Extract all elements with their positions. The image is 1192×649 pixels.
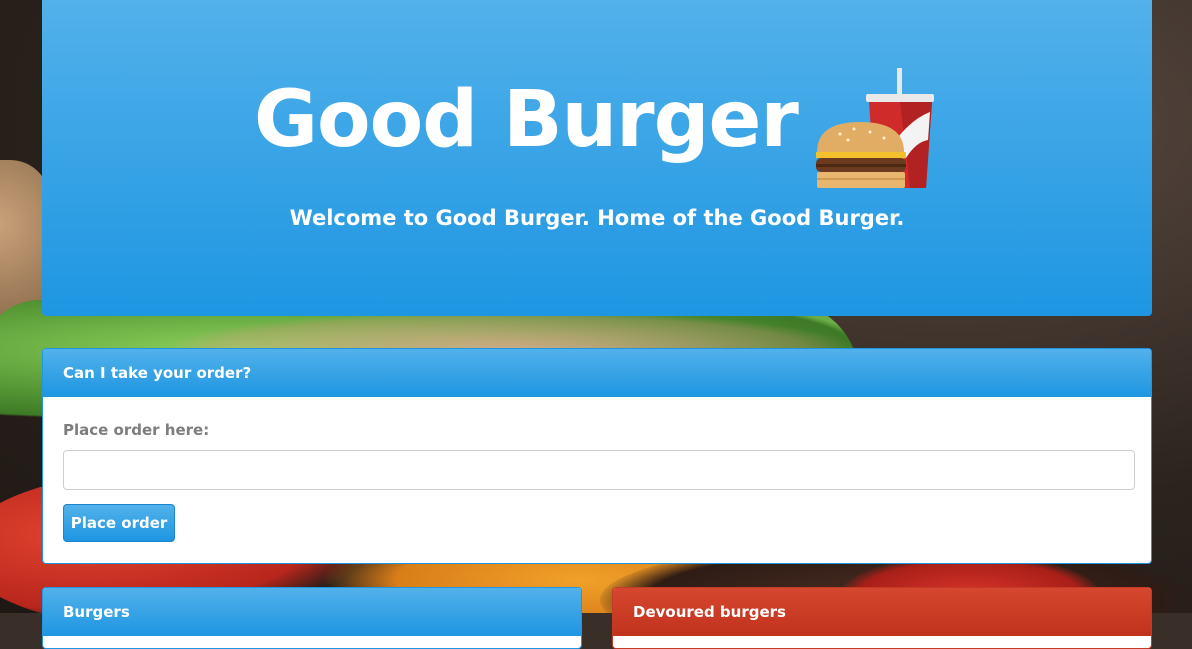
place-order-button[interactable]: Place order (63, 504, 175, 542)
order-label: Place order here: (63, 421, 210, 439)
jumbotron-header: Good Burger Welcome to Good Burger. Home… (42, 0, 1152, 316)
tagline: Welcome to Good Burger. Home of the Good… (289, 206, 905, 230)
burgers-panel: Burgers (42, 587, 582, 649)
order-input[interactable] (63, 450, 1135, 490)
burgers-panel-heading: Burgers (43, 588, 581, 636)
page-title: Good Burger (254, 75, 799, 165)
devoured-panel: Devoured burgers (612, 587, 1152, 649)
order-panel: Can I take your order? Place order here:… (42, 348, 1152, 564)
devoured-panel-heading: Devoured burgers (613, 588, 1151, 636)
order-panel-heading: Can I take your order? (43, 349, 1151, 397)
burger-and-soda-icon (816, 68, 934, 188)
